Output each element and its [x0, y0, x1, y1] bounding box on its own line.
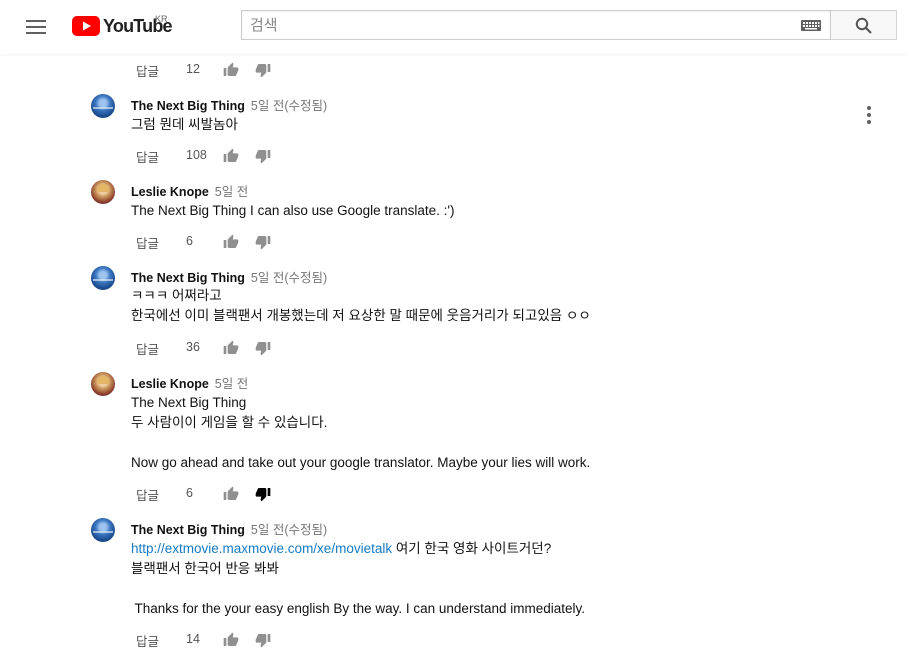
keyboard-icon[interactable]: [801, 20, 821, 31]
timestamp[interactable]: 5일 전: [215, 377, 248, 391]
search-input[interactable]: [242, 11, 790, 39]
reply-button[interactable]: 답글: [136, 147, 159, 166]
comment-line: The Next Big Thing I can also use Google…: [131, 203, 455, 218]
like-count: 6: [186, 486, 193, 500]
comment-header: Leslie Knope 5일 전: [131, 373, 248, 392]
search-button[interactable]: [831, 10, 897, 40]
avatar[interactable]: [91, 518, 115, 542]
timestamp[interactable]: 5일 전(수정됨): [251, 99, 327, 113]
comment-line: 블랙팬서 한국어 반응 봐봐: [131, 561, 279, 576]
comment-link[interactable]: http://extmovie.maxmovie.com/xe/movietal…: [131, 541, 392, 556]
avatar[interactable]: [91, 372, 115, 396]
timestamp[interactable]: 5일 전: [215, 185, 248, 199]
comment-line: 그럼 뭔데 씨발놈아: [131, 117, 238, 132]
comment-text: 그럼 뭔데 씨발놈아: [131, 115, 238, 135]
like-count: 14: [186, 632, 200, 646]
thumb-down-icon[interactable]: [255, 234, 271, 250]
comment-text: The Next Big Thing 두 사람이이 게임을 할 수 있습니다. …: [131, 393, 590, 473]
comment-header: The Next Big Thing 5일 전(수정됨): [131, 519, 327, 538]
reply-button[interactable]: 답글: [136, 339, 159, 358]
comment-actions: 답글 6: [131, 485, 291, 505]
avatar[interactable]: [91, 180, 115, 204]
comment-actions: 답글 6: [131, 233, 291, 253]
comment-actions: 답글 108: [131, 147, 291, 167]
author-name[interactable]: Leslie Knope: [131, 377, 209, 391]
search-box: [241, 10, 831, 40]
comment-line: Now go ahead and take out your google tr…: [131, 455, 591, 470]
comment-line: 두 사람이이 게임을 할 수 있습니다.: [131, 415, 328, 430]
timestamp[interactable]: 5일 전(수정됨): [251, 271, 327, 285]
thumb-down-icon[interactable]: [255, 62, 271, 78]
thumb-up-icon[interactable]: [223, 234, 239, 250]
youtube-logo-icon: [72, 16, 100, 36]
comment-line: [131, 433, 590, 453]
reply-button[interactable]: 답글: [136, 233, 159, 252]
more-vert-icon[interactable]: [866, 106, 872, 124]
comment-link-suffix: 여기 한국 영화 사이트거던?: [392, 541, 552, 556]
like-count: 6: [186, 234, 193, 248]
thumb-up-icon[interactable]: [223, 148, 239, 164]
timestamp[interactable]: 5일 전(수정됨): [251, 523, 327, 537]
like-count: 36: [186, 340, 200, 354]
comment-line: 한국에선 이미 블랙팬서 개봉했는데 저 요상한 말 때문에 웃음거리가 되고있…: [131, 308, 591, 323]
comment-text: http://extmovie.maxmovie.com/xe/movietal…: [131, 539, 585, 619]
comment-text: The Next Big Thing I can also use Google…: [131, 201, 455, 221]
comment-header: The Next Big Thing 5일 전(수정됨): [131, 95, 327, 114]
thumb-down-icon[interactable]: [255, 632, 271, 648]
reply-button[interactable]: 답글: [136, 631, 159, 650]
comment-actions: 답글 36: [131, 339, 291, 359]
menu-icon[interactable]: [24, 15, 48, 39]
reply-button[interactable]: 답글: [136, 61, 159, 80]
thumb-down-icon[interactable]: [255, 148, 271, 164]
masthead: YouTube KR: [0, 0, 908, 54]
thumb-up-icon[interactable]: [223, 62, 239, 78]
thumb-up-icon[interactable]: [223, 632, 239, 648]
comment-actions: 답글 12: [131, 61, 291, 81]
comment-header: The Next Big Thing 5일 전(수정됨): [131, 267, 327, 286]
search-icon: [855, 17, 872, 34]
author-name[interactable]: The Next Big Thing: [131, 523, 245, 537]
reply-button[interactable]: 답글: [136, 485, 159, 504]
thumb-down-icon-active[interactable]: [255, 486, 271, 502]
author-name[interactable]: The Next Big Thing: [131, 99, 245, 113]
comment-header: Leslie Knope 5일 전: [131, 181, 248, 200]
thumb-down-icon[interactable]: [255, 340, 271, 356]
avatar[interactable]: [91, 266, 115, 290]
comment-text: ㅋㅋㅋ 어쩌라고 한국에선 이미 블랙팬서 개봉했는데 저 요상한 말 때문에 …: [131, 286, 591, 326]
comment-line: Thanks for the your easy english By the …: [131, 601, 585, 616]
comment-line: [131, 579, 585, 599]
comment-line: ㅋㅋㅋ 어쩌라고: [131, 288, 222, 303]
comment-line: http://extmovie.maxmovie.com/xe/movietal…: [131, 539, 585, 559]
avatar[interactable]: [91, 94, 115, 118]
author-name[interactable]: The Next Big Thing: [131, 271, 245, 285]
thumb-up-icon[interactable]: [223, 486, 239, 502]
like-count: 12: [186, 62, 200, 76]
comment-line: The Next Big Thing: [131, 395, 247, 410]
like-count: 108: [186, 148, 207, 162]
thumb-up-icon[interactable]: [223, 340, 239, 356]
comment-actions: 답글 14: [131, 631, 291, 651]
logo-region: KR: [155, 14, 168, 24]
author-name[interactable]: Leslie Knope: [131, 185, 209, 199]
